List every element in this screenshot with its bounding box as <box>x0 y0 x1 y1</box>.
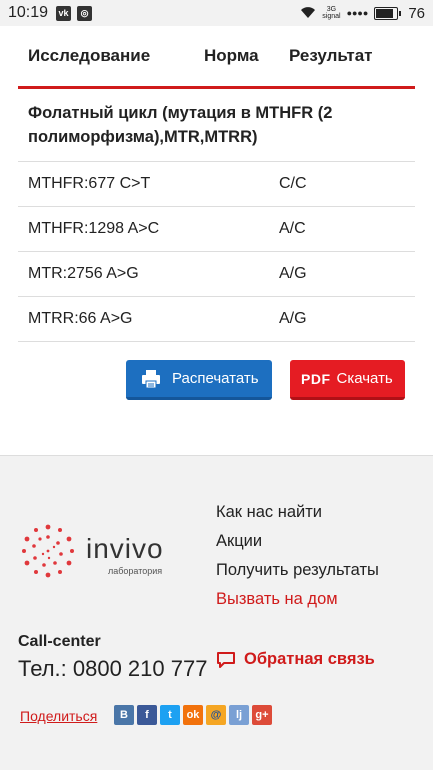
wifi-icon <box>301 7 316 19</box>
row-name: MTRR:66 A>G <box>28 310 133 327</box>
footer-links: Как нас найти Акции Получить результаты … <box>216 498 379 614</box>
link-promotions[interactable]: Акции <box>216 527 379 556</box>
phone-number[interactable]: Тел.: 0800 210 777 <box>18 656 207 682</box>
social-icons: В f t ok @ lj g+ <box>114 705 272 725</box>
print-button[interactable]: Распечатать <box>126 360 272 400</box>
instagram-notification-icon: ◎ <box>77 5 93 21</box>
signal-icon: ●●●● <box>346 8 369 18</box>
row-name: MTHFR:1298 A>C <box>28 220 160 237</box>
invivo-logo[interactable]: invivo лаборатория <box>18 521 178 581</box>
results-table: Исследование Норма Результат Фолатный ци… <box>18 26 415 342</box>
status-bar: 10:19 vk ◎ 3G signal ●●●● 76 <box>0 0 433 26</box>
header-study: Исследование <box>28 46 151 65</box>
link-get-results[interactable]: Получить результаты <box>216 556 379 585</box>
action-buttons: Распечатать PDF Скачать <box>0 360 433 400</box>
facebook-icon[interactable]: f <box>137 705 157 725</box>
network-indicator: 3G signal <box>322 6 340 20</box>
logo-dots-icon <box>22 524 74 578</box>
call-center-label: Call-center <box>18 633 101 650</box>
footer: invivo лаборатория Как нас найти Акции П… <box>0 455 433 770</box>
header-result: Результат <box>289 46 373 65</box>
row-result: A/C <box>279 220 306 237</box>
table-row: MTRR:66 A>G A/G <box>18 297 415 342</box>
vk-icon[interactable]: В <box>114 705 134 725</box>
download-pdf-button[interactable]: PDF Скачать <box>290 360 405 400</box>
feedback-label: Обратная связь <box>244 650 375 668</box>
chat-bubble-icon <box>217 651 235 668</box>
odnoklassniki-icon[interactable]: ok <box>183 705 203 725</box>
group-title: Фолатный цикл (мутация в MTHFR (2 полимо… <box>18 89 415 162</box>
google-plus-icon[interactable]: g+ <box>252 705 272 725</box>
table-header: Исследование Норма Результат <box>18 26 415 89</box>
print-label: Распечатать <box>172 370 259 387</box>
battery-level: 76 <box>408 4 425 22</box>
download-label: Скачать <box>336 370 393 387</box>
status-time: 10:19 <box>8 4 49 21</box>
link-find-us[interactable]: Как нас найти <box>216 498 379 527</box>
vk-notification-icon: vk <box>56 5 72 21</box>
row-name: MTHFR:677 C>T <box>28 175 151 192</box>
signal-label: signal <box>322 13 341 20</box>
feedback-link[interactable]: Обратная связь <box>216 650 375 669</box>
printer-icon <box>142 369 160 388</box>
battery-icon <box>374 6 402 20</box>
livejournal-icon[interactable]: lj <box>229 705 249 725</box>
table-row: MTHFR:1298 A>C A/C <box>18 207 415 252</box>
link-home-visit[interactable]: Вызвать на дом <box>216 585 379 614</box>
header-norm: Норма <box>204 46 259 65</box>
share-link[interactable]: Поделиться <box>20 708 97 724</box>
brand-name: invivo <box>86 533 164 564</box>
pdf-icon: PDF <box>301 370 331 387</box>
row-result: A/G <box>279 310 307 327</box>
mailru-icon[interactable]: @ <box>206 705 226 725</box>
table-row: MTR:2756 A>G A/G <box>18 252 415 297</box>
table-row: MTHFR:677 C>T C/C <box>18 162 415 207</box>
network-type: 3G <box>326 6 337 13</box>
brand-subtitle: лаборатория <box>108 566 163 576</box>
row-result: C/C <box>279 175 307 192</box>
row-name: MTR:2756 A>G <box>28 265 139 282</box>
row-result: A/G <box>279 265 307 282</box>
twitter-icon[interactable]: t <box>160 705 180 725</box>
